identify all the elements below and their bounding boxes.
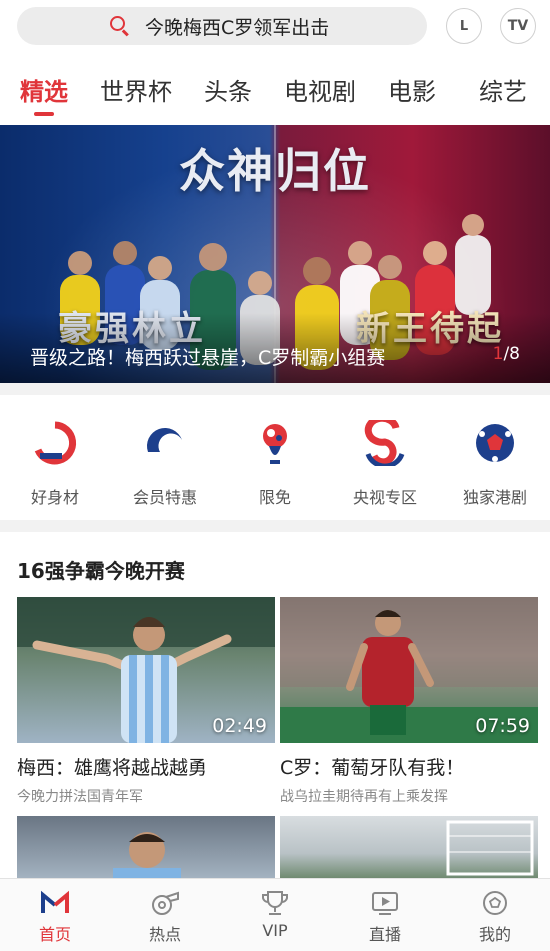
video-card[interactable]: 02:49 梅西：雄鹰将越战越勇 今晚力拼法国青年军	[17, 597, 275, 806]
video-duration: 07:59	[475, 715, 530, 737]
section-title: 16强争霸今晚开赛	[17, 559, 185, 583]
nav-home[interactable]: 首页	[0, 889, 110, 945]
nav-mine[interactable]: 我的	[440, 889, 550, 945]
shortcut-cctv[interactable]: 央视专区	[330, 414, 440, 508]
tab-featured[interactable]: 精选	[20, 72, 68, 107]
trophy-icon	[260, 889, 290, 917]
cctv-logo-icon	[362, 414, 408, 469]
video-title[interactable]: 梅西：雄鹰将越战越勇	[17, 753, 275, 780]
search-icon	[110, 16, 130, 37]
tab-variety[interactable]: 综艺	[479, 72, 527, 107]
tab-movies[interactable]: 电影	[388, 72, 436, 107]
tab-headlines[interactable]: 头条	[204, 72, 252, 107]
soccer-ball-icon	[472, 420, 518, 466]
shortcut-hk-drama[interactable]: 独家港剧	[440, 420, 550, 508]
category-tabs: 精选 世界杯 头条 电视剧 电影 综艺	[0, 72, 550, 118]
video-card[interactable]: 07:59 C罗：葡萄牙队有我！ 战乌拉圭期待再有上乘发挥	[280, 597, 538, 806]
video-subtitle: 战乌拉圭期待再有上乘发挥	[280, 789, 448, 805]
video-duration: 02:49	[212, 715, 267, 737]
tab-tv-series[interactable]: 电视剧	[284, 72, 356, 107]
bottom-nav: 首页 热点 VIP 直播 我的	[0, 878, 550, 951]
search-bar[interactable]: 今晚梅西C罗领军出击	[17, 7, 427, 45]
shortcut-free[interactable]: 限免	[220, 420, 330, 508]
banner-page-indicator: 1/8	[492, 344, 520, 364]
home-logo-icon	[40, 889, 70, 917]
fitness-logo-icon	[32, 420, 78, 466]
video-thumbnail[interactable]: 07:59	[280, 597, 538, 743]
shortcut-row: 好身材 会员特惠 限免 央视专区 独家港剧	[0, 402, 550, 520]
tab-world-cup[interactable]: 世界杯	[100, 72, 172, 107]
video-thumbnail[interactable]	[17, 816, 275, 878]
tv-cast-button[interactable]: TV	[500, 8, 536, 44]
nav-live[interactable]: 直播	[330, 889, 440, 945]
vip-offer-icon	[142, 420, 188, 466]
banner-carousel[interactable]: 众神归位 豪强林立 新王待起 晋级之路！梅西跃过悬崖，C罗制霸小组赛	[0, 125, 550, 383]
video-thumbnail[interactable]: 02:49	[17, 597, 275, 743]
banner-headline: 众神归位	[179, 144, 371, 198]
video-subtitle: 今晚力拼法国青年军	[17, 789, 143, 805]
shortcut-fitness[interactable]: 好身材	[0, 420, 110, 508]
top-bar: 今晚梅西C罗领军出击 L TV	[0, 0, 550, 58]
video-title[interactable]: C罗：葡萄牙队有我！	[280, 753, 538, 780]
worldcup-trophy-icon	[252, 420, 298, 466]
history-button[interactable]: L	[446, 8, 482, 44]
live-tv-icon	[370, 889, 400, 917]
shortcut-vip-offer[interactable]: 会员特惠	[110, 420, 220, 508]
whistle-icon	[150, 889, 180, 917]
search-query[interactable]: 今晚梅西C罗领军出击	[145, 13, 329, 40]
banner-caption: 晋级之路！梅西跃过悬崖，C罗制霸小组赛	[30, 347, 386, 369]
video-thumbnail[interactable]	[280, 816, 538, 878]
nav-vip[interactable]: VIP	[220, 889, 330, 940]
profile-ball-icon	[480, 889, 510, 917]
video-card[interactable]	[280, 816, 538, 878]
nav-hot[interactable]: 热点	[110, 889, 220, 945]
video-card[interactable]	[17, 816, 275, 878]
active-tab-indicator	[34, 112, 54, 116]
